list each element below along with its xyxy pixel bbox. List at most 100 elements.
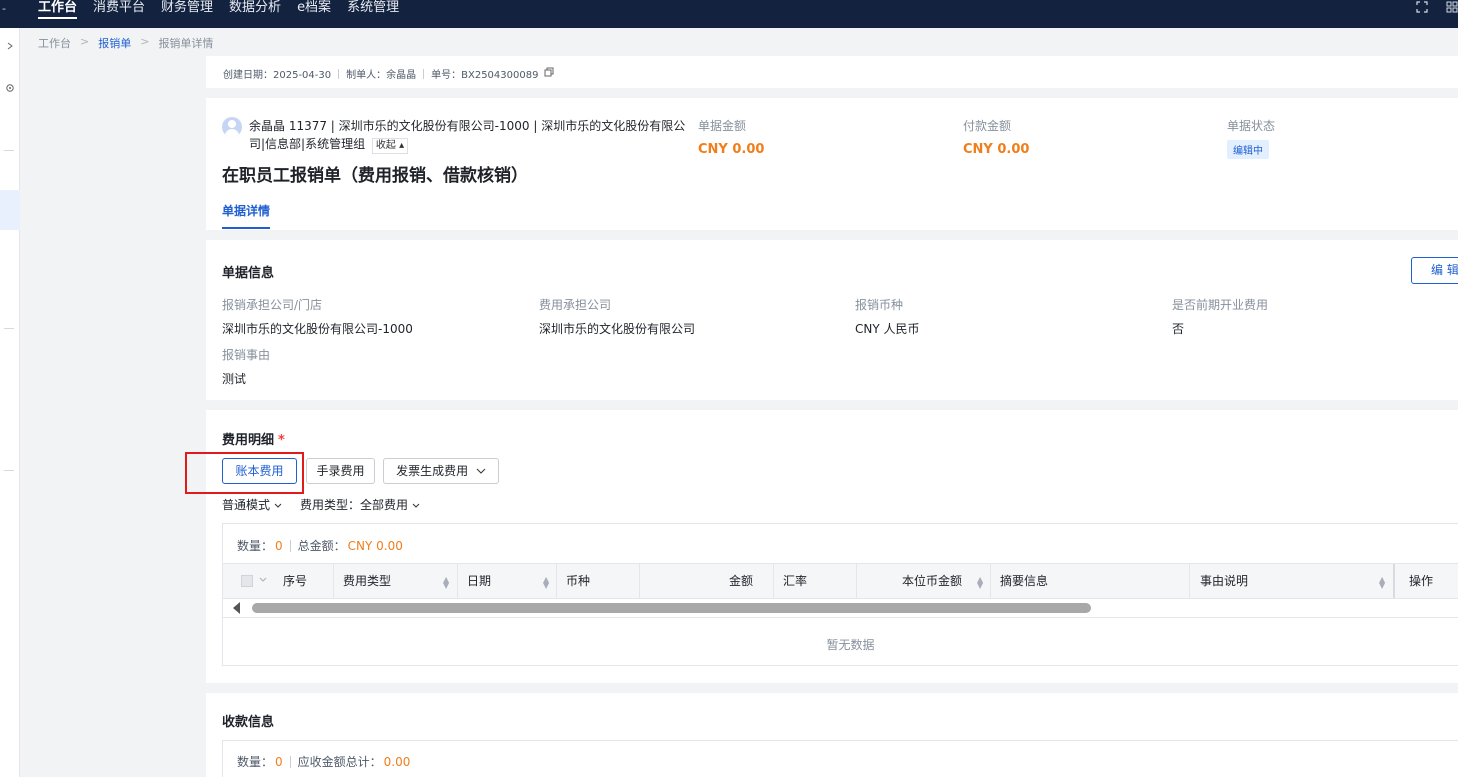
expense-title-text: 费用明细 (222, 433, 275, 448)
column-divider (773, 564, 774, 598)
column-divider (333, 564, 334, 598)
field-value: 否 (1172, 322, 1185, 336)
rail-expand-icon[interactable] (0, 42, 20, 53)
menu-collapse-icon[interactable]: - (2, 2, 6, 15)
receipt-info-section: 收款信息 数量： 0 应收金额总计： 0.00 (206, 693, 1458, 777)
nav-item-analytics[interactable]: 数据分析 (229, 0, 281, 28)
stats-divider (289, 539, 291, 552)
field-cost-company: 费用承担公司 深圳市乐的文化股份有限公司 (539, 296, 695, 337)
nav-item-system[interactable]: 系统管理 (347, 0, 399, 28)
nav-item-consumption[interactable]: 消费平台 (93, 0, 145, 28)
nav-item-earchive[interactable]: e档案 (297, 0, 331, 28)
scroll-left-icon[interactable] (233, 602, 240, 614)
breadcrumb-separator: > (140, 35, 150, 48)
nav-item-finance[interactable]: 财务管理 (161, 0, 213, 28)
column-header-currency: 币种 (566, 574, 591, 588)
receipt-stats: 数量： 0 应收金额总计： 0.00 (237, 753, 410, 770)
created-date: 创建日期：2025-04-30 (223, 70, 332, 81)
avatar (222, 117, 242, 137)
fullscreen-icon[interactable] (1416, 1, 1428, 16)
scrollbar-thumb[interactable] (252, 603, 1091, 613)
edit-button[interactable]: 编 辑 (1411, 257, 1458, 284)
horizontal-scrollbar[interactable] (223, 599, 1458, 617)
empty-state: 暂无数据 (826, 638, 875, 652)
column-header-type[interactable]: 费用类型 (343, 564, 391, 598)
column-header-date[interactable]: 日期 (467, 564, 491, 598)
tab-doc-detail[interactable]: 单据详情 (222, 202, 271, 229)
apps-grid-icon[interactable] (1446, 1, 1458, 16)
mode-filter[interactable]: 普通模式 (222, 496, 282, 513)
sidebar (21, 28, 206, 777)
mode-filter-label: 普通模式 (222, 498, 271, 512)
table-header: 序号 费用类型 ▲ ▼ 日期 ▲ ▼ 币种 金额 汇率 本位币金额 ▲ ▼ 摘要信息 … (223, 563, 1458, 599)
column-divider (556, 564, 557, 598)
field-value: 测试 (222, 372, 247, 386)
receipt-count-value: 0 (275, 754, 283, 769)
breadcrumb-expense-report[interactable]: 报销单 (98, 35, 131, 51)
expense-table: 数量： 0 总金额： CNY 0.00 序号 费用类型 ▲ ▼ 日期 ▲ ▼ 币种 … (222, 523, 1458, 666)
receipt-total-value: 0.00 (383, 754, 411, 769)
sort-icon[interactable]: ▲ ▼ (1379, 564, 1389, 598)
column-divider (639, 564, 640, 598)
sort-icon[interactable]: ▲ ▼ (977, 564, 987, 598)
section-title-doc-info: 单据信息 (222, 266, 275, 281)
expense-type-filter[interactable]: 费用类型：全部费用 (300, 496, 420, 513)
doc-number: 单号：BX2504300089 (431, 70, 539, 81)
breadcrumb-workbench[interactable]: 工作台 (38, 35, 71, 51)
select-all-checkbox[interactable] (241, 575, 253, 587)
receipt-count-label: 数量： (237, 755, 274, 769)
status-badge: 编辑中 (1227, 140, 1269, 159)
rail-settings-icon[interactable] (0, 83, 20, 96)
invoice-expense-button[interactable]: 发票生成费用 (383, 458, 499, 484)
select-dropdown-icon[interactable] (259, 564, 267, 598)
doc-amount-value: CNY 0.00 (698, 142, 765, 157)
pay-amount: 付款金额 CNY 0.00 (963, 117, 1029, 157)
field-reason: 报销事由 测试 (222, 346, 270, 387)
meta-divider (423, 68, 425, 79)
copy-icon[interactable] (544, 67, 554, 80)
collapse-button[interactable]: 收起 ▴ (371, 138, 409, 154)
field-currency: 报销币种 CNY 人民币 (855, 296, 920, 337)
field-label: 报销币种 (855, 298, 904, 312)
meta-bar: 创建日期：2025-04-30 制单人：余晶晶 单号：BX2504300089 (206, 56, 1458, 88)
field-value: CNY 人民币 (855, 322, 920, 336)
main-nav: 工作台 消费平台 财务管理 数据分析 e档案 系统管理 (38, 0, 415, 28)
column-header-action: 操作 (1409, 574, 1434, 588)
field-value: 深圳市乐的文化股份有限公司 (539, 322, 696, 336)
creator: 制单人：余晶晶 (346, 70, 417, 81)
expense-stats: 数量： 0 总金额： CNY 0.00 (237, 537, 403, 554)
total-label: 总金额： (297, 539, 346, 553)
expense-detail-section: 费用明细 * 账本费用 手录费用 发票生成费用 普通模式 费用类型：全部费用 数量… (185, 410, 1458, 683)
column-header-base-amount[interactable]: 本位币金额 (902, 564, 962, 598)
sort-icon[interactable]: ▲ ▼ (543, 564, 553, 598)
rail-divider (4, 150, 14, 151)
doc-amount: 单据金额 CNY 0.00 (698, 117, 764, 157)
field-label: 费用承担公司 (539, 298, 612, 312)
chevron-down-icon (412, 498, 420, 512)
manual-expense-button[interactable]: 手录费用 (306, 458, 375, 484)
section-title-expense: 费用明细 * (222, 429, 285, 448)
column-header-index: 序号 (283, 574, 308, 588)
section-title-receipt: 收款信息 (222, 715, 275, 730)
column-header-summary: 摘要信息 (1000, 574, 1049, 588)
count-value: 0 (275, 538, 283, 553)
breadcrumb-separator: > (80, 35, 90, 48)
field-label: 是否前期开业费用 (1172, 298, 1269, 312)
page-title: 在职员工报销单（费用报销、借款核销） (222, 166, 528, 186)
field-value: 深圳市乐的文化股份有限公司-1000 (222, 322, 413, 336)
column-header-reason[interactable]: 事由说明 (1200, 564, 1248, 598)
doc-status: 单据状态 编辑中 (1227, 117, 1275, 159)
nav-item-workbench[interactable]: 工作台 (38, 0, 78, 28)
ledger-expense-button[interactable]: 账本费用 (222, 458, 297, 484)
doc-header: 余晶晶 11377 | 深圳市乐的文化股份有限公司-1000 | 深圳市乐的文化… (206, 98, 1458, 230)
sort-icon[interactable]: ▲ ▼ (443, 564, 453, 598)
column-header-rate: 汇率 (783, 574, 808, 588)
doc-meta: 创建日期：2025-04-30 制单人：余晶晶 单号：BX2504300089 (223, 66, 554, 81)
required-mark: * (278, 433, 285, 448)
stats-divider (289, 755, 291, 768)
rail-divider (4, 470, 14, 471)
left-rail (0, 28, 20, 777)
rail-divider (4, 328, 14, 329)
field-label: 报销事由 (222, 348, 271, 362)
rail-active-item[interactable] (0, 190, 20, 230)
